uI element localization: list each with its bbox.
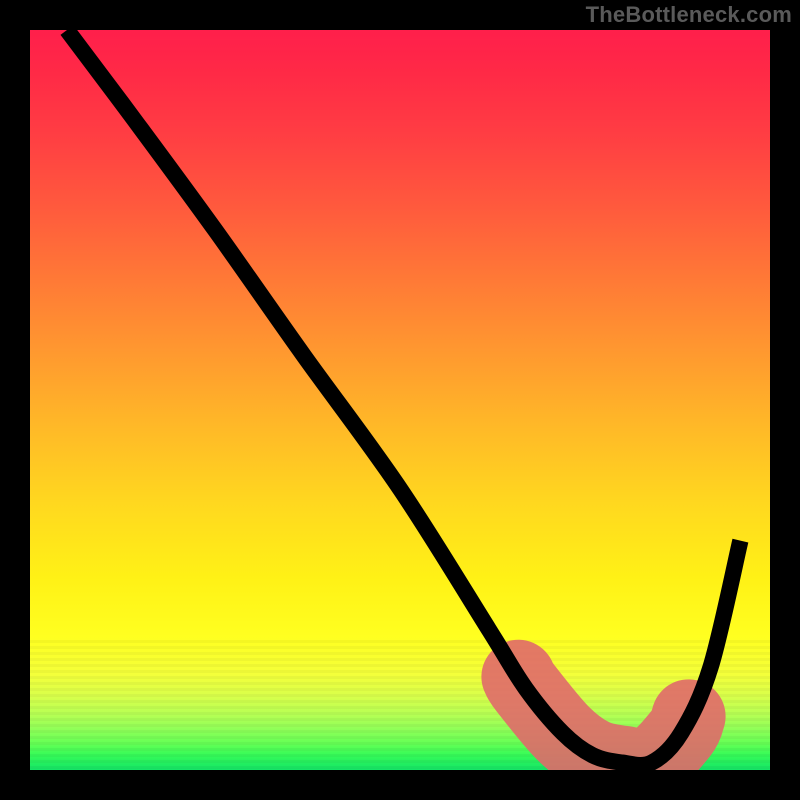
plot-area — [30, 30, 770, 770]
chart-frame: TheBottleneck.com — [0, 0, 800, 800]
curve-svg — [30, 30, 770, 770]
bottleneck-curve-path — [67, 30, 740, 765]
watermark-text: TheBottleneck.com — [586, 2, 792, 28]
